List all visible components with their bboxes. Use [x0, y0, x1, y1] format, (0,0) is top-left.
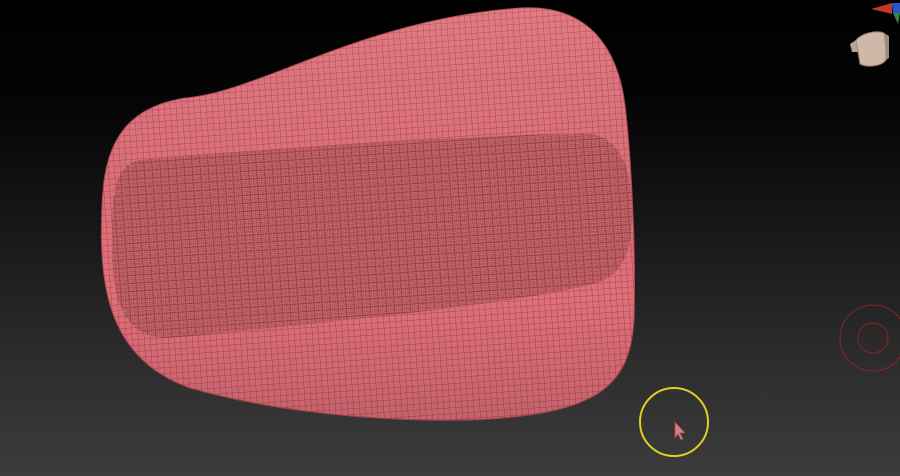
brush-circle-icon: [639, 387, 709, 457]
axis-orientation-icon[interactable]: [871, 3, 900, 24]
3d-viewport[interactable]: [0, 0, 900, 476]
navigation-ring[interactable]: [838, 303, 900, 373]
mesh-canvas[interactable]: [0, 0, 900, 476]
head-preview-icon: [850, 31, 889, 67]
navigation-ring-icon[interactable]: [839, 304, 900, 372]
brush-cursor: [637, 385, 711, 459]
orientation-gizmo[interactable]: [840, 0, 900, 80]
pointer-arrow-icon: [674, 420, 686, 441]
